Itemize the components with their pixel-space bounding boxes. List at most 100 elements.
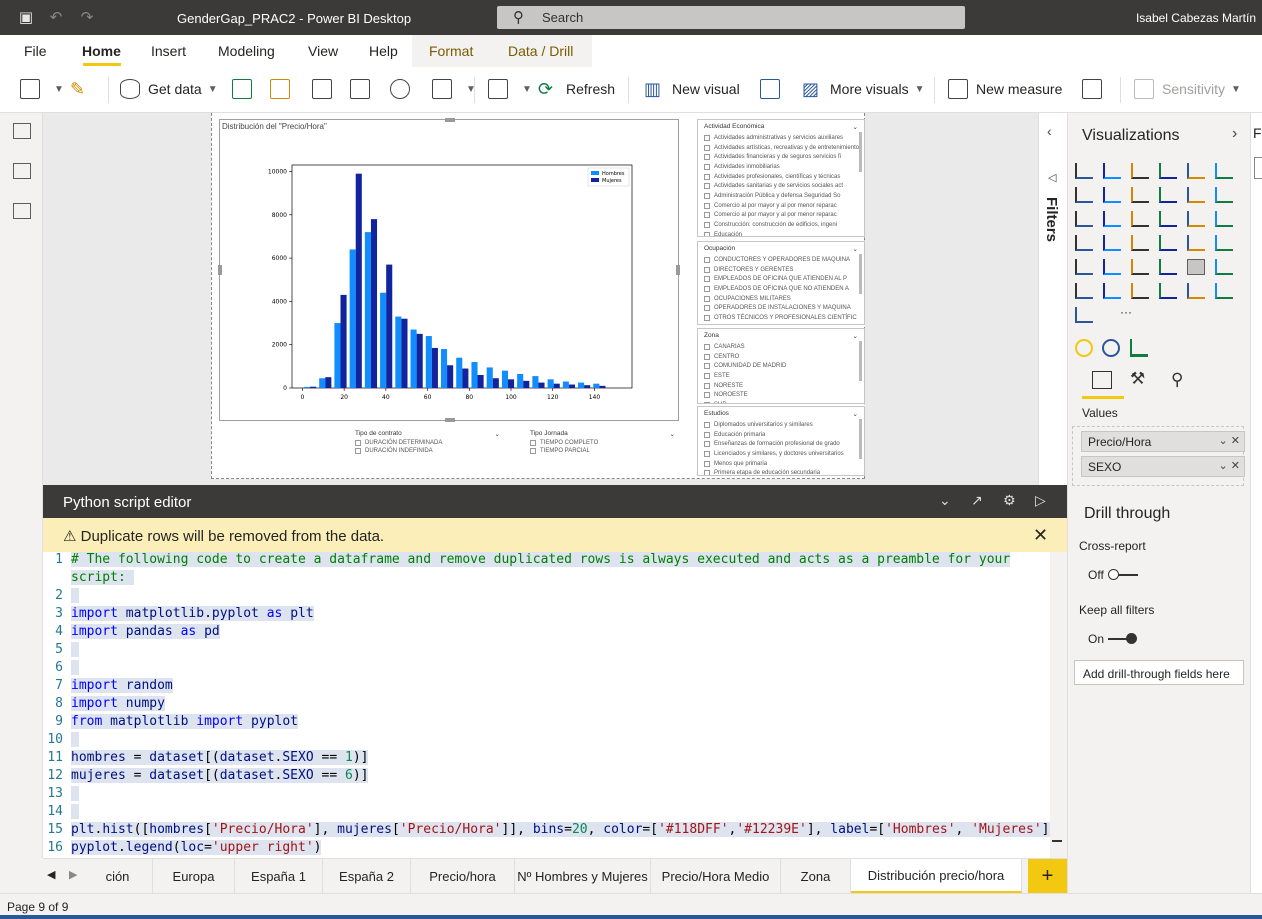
menu-view[interactable]: View (308, 43, 338, 59)
checkbox[interactable] (704, 173, 710, 180)
field-remove-icon[interactable]: ⌄ ✕ (1219, 434, 1241, 447)
quick-measure-button[interactable] (1082, 79, 1110, 99)
slicer-option[interactable]: DURACIÓN DETERMINADA (355, 440, 500, 446)
checkbox[interactable] (704, 421, 710, 428)
slicer-option[interactable]: Educación (698, 230, 864, 236)
line-icon[interactable] (1075, 187, 1093, 203)
slicer-option[interactable]: ESTE (698, 371, 864, 381)
model-view-icon[interactable] (13, 203, 31, 219)
slicer-scrollbar[interactable] (859, 419, 862, 459)
slicer-option[interactable]: Educación primaria (698, 430, 864, 440)
checkbox[interactable] (704, 372, 710, 379)
keep-filters-toggle[interactable] (1108, 632, 1142, 646)
chevron-down-icon[interactable]: ⌄ (670, 430, 675, 438)
code-editor[interactable]: 1 # The following code to create a datafr… (43, 552, 1050, 858)
slicer-option[interactable]: Actividades administrativas y servicios … (698, 133, 864, 143)
checkbox[interactable] (704, 266, 710, 273)
checkbox[interactable] (704, 231, 710, 236)
fields-search-edge[interactable] (1254, 157, 1262, 179)
code-line[interactable]: 2 (43, 588, 1050, 606)
slicer-ocupacion[interactable]: Ocupación ⌄ CONDUCTORES Y OPERADORES DE MA… (697, 241, 865, 325)
python-visual-icon[interactable] (1187, 259, 1205, 275)
map-icon[interactable] (1075, 235, 1093, 251)
qa-icon[interactable] (1103, 283, 1121, 299)
get-data-button[interactable]: Get data ▼ (120, 79, 218, 99)
checkbox[interactable] (704, 222, 710, 229)
dataset-button[interactable] (270, 79, 298, 99)
settings-icon[interactable]: ⚙ (1003, 492, 1016, 509)
slicer-option[interactable]: OPERADORES DE INSTALACIONES Y MAQUINA (698, 303, 864, 313)
slicer-scrollbar[interactable] (859, 254, 862, 294)
slicer-option[interactable]: Licenciados y similares, y doctores univ… (698, 449, 864, 459)
checkbox[interactable] (704, 431, 710, 438)
page-tab[interactable]: Precio/Hora Medio (651, 859, 781, 894)
menu-insert[interactable]: Insert (151, 43, 186, 59)
100-bar-icon[interactable] (1187, 163, 1205, 179)
add-drill-through-well[interactable]: Add drill-through fields here (1074, 660, 1244, 685)
slicer-option[interactable]: Actividades profesionales, científicas y… (698, 172, 864, 182)
key-influencers-icon[interactable] (1215, 259, 1233, 275)
slicer-option[interactable]: EMPLEADOS DE OFICINA QUE ATIENDEN AL P (698, 274, 864, 284)
code-line[interactable]: 6 (43, 660, 1050, 678)
slicer-option[interactable]: Comercio al por mayor y al por menor rep… (698, 201, 864, 211)
stacked-area-icon[interactable] (1131, 187, 1149, 203)
slicer-icon[interactable] (1075, 259, 1093, 275)
power-apps-icon[interactable] (1075, 339, 1093, 357)
chevron-right-icon[interactable]: › (1232, 125, 1237, 143)
decomposition-tree-icon[interactable] (1075, 283, 1093, 299)
format-painter-button[interactable]: ✎ (70, 79, 98, 99)
checkbox[interactable] (530, 440, 536, 446)
arcgis-icon[interactable] (1187, 283, 1205, 299)
close-icon[interactable]: ✕ (1033, 525, 1048, 546)
checkbox[interactable] (704, 202, 710, 209)
checkbox[interactable] (704, 212, 710, 219)
tab-scroll-left-icon[interactable]: ◀ (47, 868, 55, 881)
user-name[interactable]: Isabel Cabezas Martín (1136, 11, 1256, 25)
slicer-option[interactable]: Construcción: construcción de edificios,… (698, 220, 864, 230)
slicer-option[interactable]: TIEMPO PARCIAL (530, 448, 675, 454)
checkbox[interactable] (355, 448, 361, 454)
fields-tab-icon[interactable] (1092, 371, 1112, 389)
python-visual[interactable]: Distribución del "Precio/Hora" 0 20 40 60 80… (218, 118, 680, 422)
slicer-option[interactable]: Comercio al por mayor y al por menor rep… (698, 211, 864, 221)
area-icon[interactable] (1103, 187, 1121, 203)
scatter-icon[interactable] (1131, 211, 1149, 227)
slicer-scrollbar[interactable] (859, 132, 862, 172)
collapse-icon[interactable]: ⌄ (939, 492, 951, 509)
report-canvas[interactable]: Distribución del "Precio/Hora" 0 20 40 60 80… (43, 113, 1067, 485)
field-precio-hora[interactable]: Precio/Hora ⌄ ✕ (1081, 431, 1245, 452)
page-tab[interactable]: Precio/hora (411, 859, 515, 894)
search-box[interactable]: ⚲ Search (497, 6, 965, 29)
chevron-left-icon[interactable]: ‹ (1047, 123, 1052, 139)
100-column-icon[interactable] (1215, 163, 1233, 179)
checkbox[interactable] (704, 134, 710, 141)
code-line[interactable]: 13 (43, 786, 1050, 804)
save-icon[interactable]: ▣ (17, 9, 35, 27)
clustered-column-icon[interactable] (1159, 163, 1177, 179)
slicer-tipo-jornada[interactable]: Tipo Jornada ⌄ TIEMPO COMPLETO TIEMPO PARCI… (530, 430, 675, 478)
slicer-tipo-contrato[interactable]: Tipo de contrato ⌄ DURACIÓN DETERMINADA DUR… (355, 430, 500, 478)
page-tab[interactable]: ción (83, 859, 153, 894)
metrics-icon[interactable] (1130, 339, 1148, 357)
code-line[interactable]: 8 import numpy (43, 696, 1050, 714)
ribbon-icon[interactable] (1215, 187, 1233, 203)
slicer-option[interactable]: Actividades financieras y de seguros ser… (698, 152, 864, 162)
code-line[interactable]: 15 plt.hist([hombres['Precio/Hora'], muje… (43, 822, 1050, 840)
chevron-down-icon[interactable]: ⌄ (853, 245, 858, 253)
checkbox[interactable] (704, 163, 710, 170)
chevron-down-icon[interactable]: ⌄ (853, 410, 858, 418)
more-visuals-button[interactable]: ▨ More visuals ▼ (802, 79, 925, 99)
r-visual-icon[interactable] (1159, 259, 1177, 275)
slicer-option[interactable]: Administración Pública y defensa Segurid… (698, 191, 864, 201)
checkbox[interactable] (704, 295, 710, 302)
refresh-button[interactable]: ⟳ Refresh (538, 79, 615, 99)
new-visual-button[interactable]: ▥ New visual (644, 79, 740, 99)
donut-icon[interactable] (1187, 211, 1205, 227)
pie-icon[interactable] (1159, 211, 1177, 227)
code-line[interactable]: 12 mujeres = dataset[(dataset.SEXO == 6)] (43, 768, 1050, 786)
report-page[interactable]: Distribución del "Precio/Hora" 0 20 40 60 80… (211, 113, 865, 479)
transform-button[interactable]: ▼ (488, 79, 532, 99)
paginated-icon[interactable] (1159, 283, 1177, 299)
kpi-icon[interactable] (1215, 235, 1233, 251)
stacked-column-icon[interactable] (1103, 163, 1121, 179)
